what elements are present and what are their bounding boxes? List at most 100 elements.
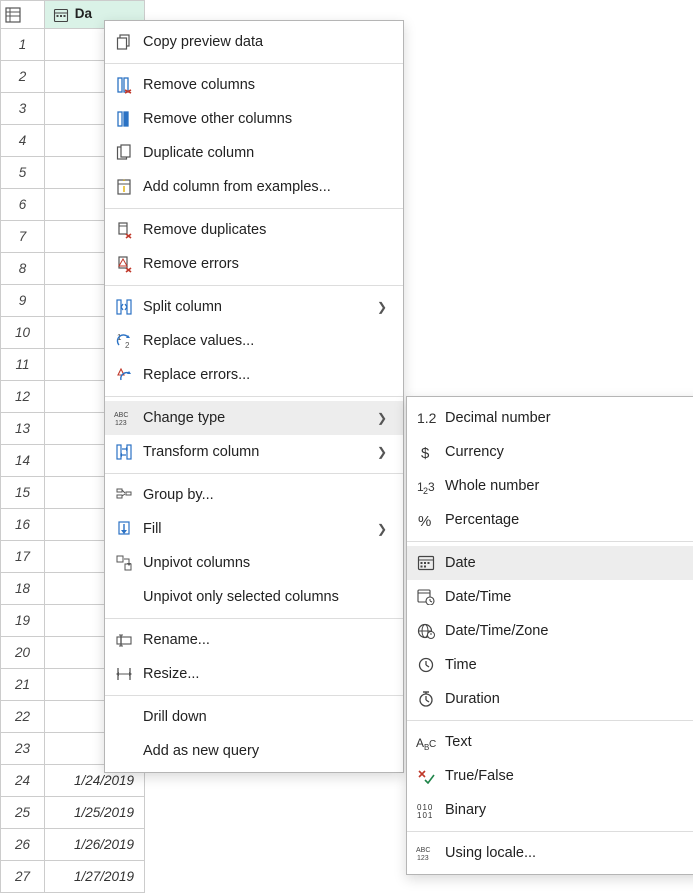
menu-drill-down[interactable]: Drill down [105, 700, 403, 734]
type-whole[interactable]: 123 Whole number [407, 469, 693, 503]
menu-replace-values[interactable]: 12 Replace values... [105, 324, 403, 358]
row-header[interactable]: 16 [1, 509, 45, 541]
transform-column-icon [105, 443, 143, 461]
type-bool[interactable]: True/False [407, 759, 693, 793]
svg-text:1.2: 1.2 [417, 410, 437, 426]
menu-remove-duplicates[interactable]: Remove duplicates [105, 213, 403, 247]
change-type-icon: ABC123 [105, 409, 143, 427]
column-header-label: Da [75, 6, 92, 21]
type-text[interactable]: ABC Text [407, 725, 693, 759]
row-header[interactable]: 27 [1, 861, 45, 893]
remove-duplicates-icon [105, 221, 143, 239]
menu-label: True/False [445, 768, 693, 784]
chevron-right-icon: ❯ [377, 445, 391, 459]
row-header[interactable]: 12 [1, 381, 45, 413]
row-header[interactable]: 4 [1, 125, 45, 157]
svg-text:2: 2 [125, 341, 130, 350]
type-date[interactable]: Date [407, 546, 693, 580]
type-currency[interactable]: $ Currency [407, 435, 693, 469]
type-time[interactable]: Time [407, 648, 693, 682]
menu-transform-column[interactable]: Transform column ❯ [105, 435, 403, 469]
menu-group-by[interactable]: Group by... [105, 478, 403, 512]
menu-remove-other-columns[interactable]: Remove other columns [105, 102, 403, 136]
data-cell[interactable]: 1/26/2019 [45, 829, 145, 861]
calendar-icon [53, 7, 69, 23]
row-header[interactable]: 23 [1, 733, 45, 765]
duplicate-column-icon [105, 144, 143, 162]
menu-label: Date/Time/Zone [445, 623, 693, 639]
grid-corner[interactable] [1, 1, 45, 29]
svg-text:ABC: ABC [114, 412, 128, 419]
binary-icon: 010101 [407, 802, 445, 818]
svg-text:%: % [418, 513, 431, 528]
row-header[interactable]: 26 [1, 829, 45, 861]
datetimezone-icon [407, 623, 445, 639]
row-header[interactable]: 20 [1, 637, 45, 669]
type-locale[interactable]: ABC123 Using locale... [407, 836, 693, 870]
type-datetime[interactable]: Date/Time [407, 580, 693, 614]
type-decimal[interactable]: 1.2 Decimal number [407, 401, 693, 435]
time-icon [407, 657, 445, 673]
menu-label: Whole number [445, 478, 693, 494]
type-datetimezone[interactable]: Date/Time/Zone [407, 614, 693, 648]
row-header[interactable]: 3 [1, 93, 45, 125]
menu-unpivot-columns[interactable]: Unpivot columns [105, 546, 403, 580]
row-header[interactable]: 22 [1, 701, 45, 733]
percentage-icon: % [407, 512, 445, 528]
row-header[interactable]: 7 [1, 221, 45, 253]
date-icon [407, 555, 445, 571]
row-header[interactable]: 5 [1, 157, 45, 189]
type-duration[interactable]: Duration [407, 682, 693, 716]
row-header[interactable]: 18 [1, 573, 45, 605]
menu-label: Time [445, 657, 693, 673]
menu-label: Add column from examples... [143, 179, 391, 195]
column-context-menu: Copy preview data Remove columns Remove … [104, 20, 404, 773]
menu-add-new-query[interactable]: Add as new query [105, 734, 403, 768]
menu-resize[interactable]: Resize... [105, 657, 403, 691]
menu-duplicate-column[interactable]: Duplicate column [105, 136, 403, 170]
row-header[interactable]: 21 [1, 669, 45, 701]
remove-columns-icon [105, 76, 143, 94]
menu-label: Binary [445, 802, 693, 818]
chevron-right-icon: ❯ [377, 300, 391, 314]
chevron-right-icon: ❯ [377, 522, 391, 536]
menu-add-from-examples[interactable]: Add column from examples... [105, 170, 403, 204]
menu-label: Fill [143, 521, 377, 537]
row-header[interactable]: 17 [1, 541, 45, 573]
menu-remove-errors[interactable]: Remove errors [105, 247, 403, 281]
menu-remove-columns[interactable]: Remove columns [105, 68, 403, 102]
row-header[interactable]: 9 [1, 285, 45, 317]
data-cell[interactable]: 1/25/2019 [45, 797, 145, 829]
row-header[interactable]: 19 [1, 605, 45, 637]
menu-copy-preview[interactable]: Copy preview data [105, 25, 403, 59]
change-type-submenu: 1.2 Decimal number $ Currency 123 Whole … [406, 396, 693, 875]
row-header[interactable]: 1 [1, 29, 45, 61]
menu-label: Remove duplicates [143, 222, 391, 238]
type-binary[interactable]: 010101 Binary [407, 793, 693, 827]
row-header[interactable]: 15 [1, 477, 45, 509]
menu-replace-errors[interactable]: Replace errors... [105, 358, 403, 392]
svg-text:3: 3 [428, 480, 435, 494]
group-by-icon [105, 486, 143, 504]
add-from-examples-icon [105, 178, 143, 196]
row-header[interactable]: 25 [1, 797, 45, 829]
menu-label: Decimal number [445, 410, 693, 426]
menu-label: Currency [445, 444, 693, 460]
menu-change-type[interactable]: ABC123 Change type ❯ [105, 401, 403, 435]
row-header[interactable]: 14 [1, 445, 45, 477]
type-percentage[interactable]: % Percentage [407, 503, 693, 537]
row-header[interactable]: 24 [1, 765, 45, 797]
resize-icon [105, 665, 143, 683]
menu-split-column[interactable]: Split column ❯ [105, 290, 403, 324]
row-header[interactable]: 13 [1, 413, 45, 445]
menu-rename[interactable]: Rename... [105, 623, 403, 657]
row-header[interactable]: 11 [1, 349, 45, 381]
menu-unpivot-selected[interactable]: Unpivot only selected columns [105, 580, 403, 614]
menu-label: Date/Time [445, 589, 693, 605]
row-header[interactable]: 10 [1, 317, 45, 349]
row-header[interactable]: 8 [1, 253, 45, 285]
row-header[interactable]: 2 [1, 61, 45, 93]
row-header[interactable]: 6 [1, 189, 45, 221]
menu-fill[interactable]: Fill ❯ [105, 512, 403, 546]
data-cell[interactable]: 1/27/2019 [45, 861, 145, 893]
